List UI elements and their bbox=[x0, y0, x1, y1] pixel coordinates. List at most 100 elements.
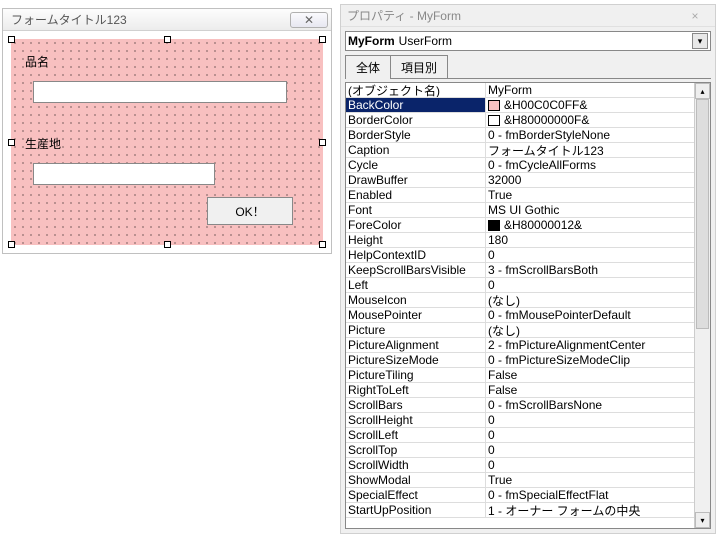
property-row[interactable]: Captionフォームタイトル123 bbox=[346, 143, 710, 158]
property-row[interactable]: BackColor&H00C0C0FF&▾ bbox=[346, 98, 710, 113]
property-value[interactable]: 180 bbox=[486, 233, 710, 247]
scroll-up-button[interactable]: ▴ bbox=[695, 83, 710, 99]
scroll-down-button[interactable]: ▾ bbox=[695, 512, 710, 528]
property-row[interactable]: BorderColor&H80000000F& bbox=[346, 113, 710, 128]
property-row[interactable]: KeepScrollBarsVisible3 - fmScrollBarsBot… bbox=[346, 263, 710, 278]
property-row[interactable]: Picture(なし) bbox=[346, 323, 710, 338]
color-swatch-icon bbox=[488, 115, 500, 126]
property-row[interactable]: StartUpPosition1 - オーナー フォームの中央 bbox=[346, 503, 710, 518]
property-value[interactable]: 2 - fmPictureAlignmentCenter bbox=[486, 338, 710, 352]
form-surface[interactable]: 品名 生産地 OK！ bbox=[11, 39, 323, 245]
property-value[interactable]: (なし) bbox=[486, 292, 710, 309]
property-name: ForeColor bbox=[346, 218, 486, 232]
property-name: Height bbox=[346, 233, 486, 247]
resize-handle[interactable] bbox=[319, 139, 326, 146]
property-row[interactable]: ScrollBars0 - fmScrollBarsNone bbox=[346, 398, 710, 413]
property-value[interactable]: (なし) bbox=[486, 322, 710, 339]
property-value[interactable]: 3 - fmScrollBarsBoth bbox=[486, 263, 710, 277]
property-row[interactable]: Height180 bbox=[346, 233, 710, 248]
property-value[interactable]: MyForm bbox=[486, 83, 710, 97]
property-value[interactable]: True bbox=[486, 473, 710, 487]
property-value[interactable]: 0 - fmPictureSizeModeClip bbox=[486, 353, 710, 367]
property-value[interactable]: &H80000000F& bbox=[486, 113, 710, 127]
property-row[interactable]: Cycle0 - fmCycleAllForms bbox=[346, 158, 710, 173]
property-value[interactable]: 1 - オーナー フォームの中央 bbox=[486, 502, 710, 519]
property-value[interactable]: 32000 bbox=[486, 173, 710, 187]
property-row[interactable]: ShowModalTrue bbox=[346, 473, 710, 488]
tab-alphabetic[interactable]: 全体 bbox=[345, 55, 391, 79]
property-name: BorderColor bbox=[346, 113, 486, 127]
property-row[interactable]: ScrollTop0 bbox=[346, 443, 710, 458]
property-name: StartUpPosition bbox=[346, 503, 486, 517]
property-name: ScrollTop bbox=[346, 443, 486, 457]
property-value[interactable]: False bbox=[486, 383, 710, 397]
property-row[interactable]: ScrollHeight0 bbox=[346, 413, 710, 428]
properties-title-text: プロパティ - MyForm bbox=[347, 7, 461, 24]
property-value[interactable]: &H00C0C0FF&▾ bbox=[486, 98, 710, 112]
userform-designer-window[interactable]: フォームタイトル123 ✕ 品名 生産地 OK！ bbox=[2, 8, 332, 254]
form-title: フォームタイトル123 bbox=[11, 11, 290, 28]
property-row[interactable]: ScrollLeft0 bbox=[346, 428, 710, 443]
property-row[interactable]: (オブジェクト名)MyForm bbox=[346, 83, 710, 98]
property-row[interactable]: ForeColor&H80000012& bbox=[346, 218, 710, 233]
property-name: SpecialEffect bbox=[346, 488, 486, 502]
property-value[interactable]: フォームタイトル123 bbox=[486, 142, 710, 159]
resize-handle[interactable] bbox=[8, 36, 15, 43]
scroll-thumb[interactable] bbox=[696, 99, 709, 329]
property-value[interactable]: MS UI Gothic bbox=[486, 203, 710, 217]
form-designer-area[interactable]: 品名 生産地 OK！ bbox=[3, 31, 331, 253]
property-row[interactable]: RightToLeftFalse bbox=[346, 383, 710, 398]
property-value[interactable]: 0 - fmSpecialEffectFlat bbox=[486, 488, 710, 502]
property-value[interactable]: 0 - fmScrollBarsNone bbox=[486, 398, 710, 412]
property-value[interactable]: 0 bbox=[486, 248, 710, 262]
form-titlebar[interactable]: フォームタイトル123 ✕ bbox=[3, 9, 331, 31]
resize-handle[interactable] bbox=[319, 241, 326, 248]
ok-button[interactable]: OK！ bbox=[207, 197, 293, 225]
property-name: HelpContextID bbox=[346, 248, 486, 262]
resize-handle[interactable] bbox=[164, 36, 171, 43]
property-row[interactable]: EnabledTrue bbox=[346, 188, 710, 203]
property-value[interactable]: &H80000012& bbox=[486, 218, 710, 232]
resize-handle[interactable] bbox=[8, 241, 15, 248]
property-value[interactable]: 0 bbox=[486, 278, 710, 292]
property-value[interactable]: 0 - fmMousePointerDefault bbox=[486, 308, 710, 322]
property-row[interactable]: MouseIcon(なし) bbox=[346, 293, 710, 308]
properties-titlebar[interactable]: プロパティ - MyForm × bbox=[341, 5, 715, 27]
property-name: ShowModal bbox=[346, 473, 486, 487]
property-name: ScrollBars bbox=[346, 398, 486, 412]
property-value[interactable]: 0 bbox=[486, 413, 710, 427]
resize-handle[interactable] bbox=[319, 36, 326, 43]
property-value[interactable]: True bbox=[486, 188, 710, 202]
property-row[interactable]: FontMS UI Gothic bbox=[346, 203, 710, 218]
property-value[interactable]: False bbox=[486, 368, 710, 382]
form-close-button[interactable]: ✕ bbox=[290, 12, 328, 28]
property-row[interactable]: ScrollWidth0 bbox=[346, 458, 710, 473]
property-value[interactable]: 0 - fmBorderStyleNone bbox=[486, 128, 710, 142]
property-value[interactable]: 0 - fmCycleAllForms bbox=[486, 158, 710, 172]
properties-grid[interactable]: (オブジェクト名)MyFormBackColor&H00C0C0FF&▾Bord… bbox=[345, 82, 711, 529]
label-origin[interactable]: 生産地 bbox=[25, 135, 61, 152]
property-name: Enabled bbox=[346, 188, 486, 202]
property-row[interactable]: PictureSizeMode0 - fmPictureSizeModeClip bbox=[346, 353, 710, 368]
properties-scrollbar[interactable]: ▴ ▾ bbox=[694, 83, 710, 528]
tab-categorized[interactable]: 項目別 bbox=[390, 55, 448, 79]
property-row[interactable]: PictureTilingFalse bbox=[346, 368, 710, 383]
textbox-origin[interactable] bbox=[33, 163, 215, 185]
tab-underline bbox=[345, 78, 711, 79]
property-row[interactable]: PictureAlignment2 - fmPictureAlignmentCe… bbox=[346, 338, 710, 353]
properties-close-button[interactable]: × bbox=[675, 9, 715, 23]
property-value[interactable]: 0 bbox=[486, 458, 710, 472]
property-name: ScrollWidth bbox=[346, 458, 486, 472]
color-swatch-icon bbox=[488, 100, 500, 111]
property-row[interactable]: DrawBuffer32000 bbox=[346, 173, 710, 188]
label-product-name[interactable]: 品名 bbox=[25, 53, 49, 70]
property-row[interactable]: HelpContextID0 bbox=[346, 248, 710, 263]
object-selector-combo[interactable]: MyForm UserForm ▾ bbox=[345, 31, 711, 51]
resize-handle[interactable] bbox=[8, 139, 15, 146]
property-value[interactable]: 0 bbox=[486, 428, 710, 442]
resize-handle[interactable] bbox=[164, 241, 171, 248]
scroll-track[interactable] bbox=[695, 99, 710, 512]
property-value[interactable]: 0 bbox=[486, 443, 710, 457]
property-name: BackColor bbox=[346, 98, 486, 112]
textbox-product-name[interactable] bbox=[33, 81, 287, 103]
